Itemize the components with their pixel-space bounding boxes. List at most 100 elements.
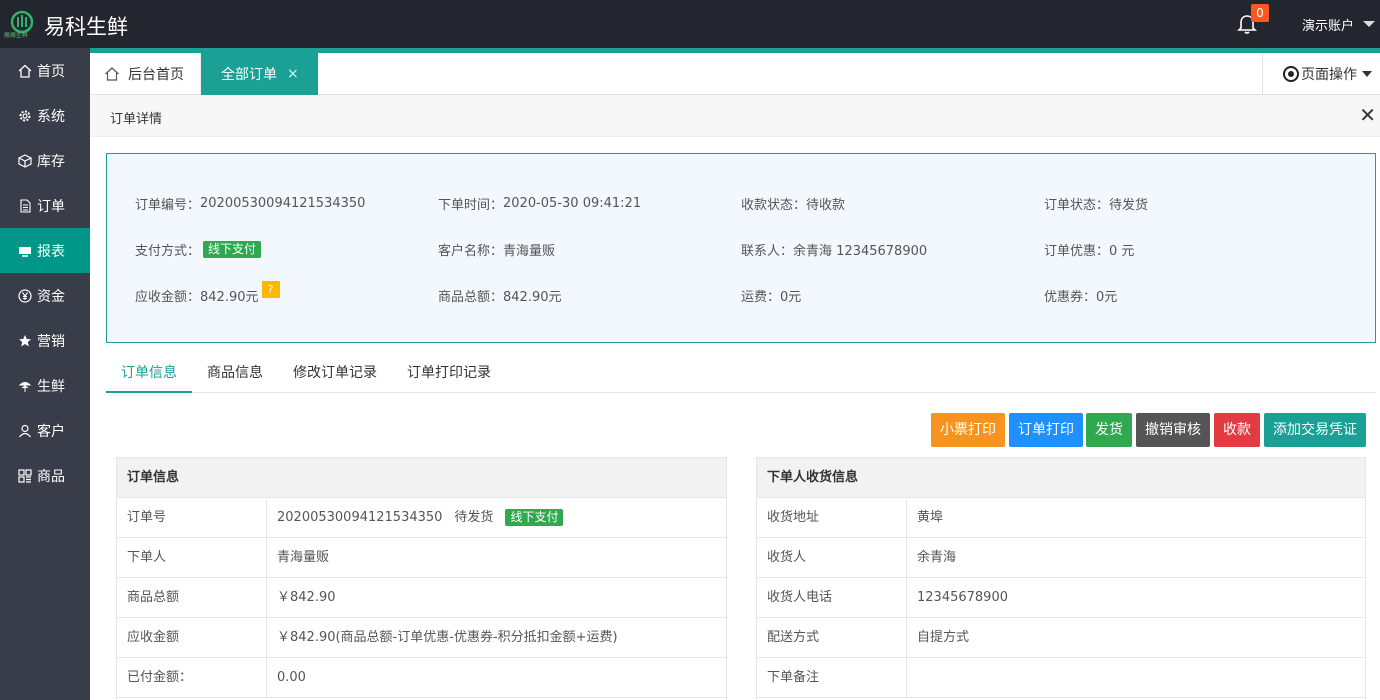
summary-order-no: 订单编号： 20200530094121534350 <box>135 194 365 213</box>
tab-all-orders[interactable]: 全部订单 × <box>201 53 318 95</box>
radio-dot-icon <box>1283 66 1299 82</box>
sidebar-item-customers[interactable]: 客户 <box>0 408 90 453</box>
row-label: 收货人电话 <box>757 578 907 617</box>
contact-label: 联系人： <box>741 244 794 259</box>
app-title: 易科生鲜 <box>44 15 128 39</box>
sidebar-item-label: 商品 <box>37 468 65 485</box>
grid-icon <box>18 468 32 483</box>
table-row: 配送方式 自提方式 <box>757 618 1365 658</box>
order-status-value: 待发货 <box>1109 198 1149 213</box>
logo-subtitle: 搬搬生鲜 <box>4 31 28 39</box>
row-label: 商品总额 <box>117 578 267 617</box>
tab-print-records[interactable]: 订单打印记录 <box>407 353 491 393</box>
summary-pay-status: 收款状态： 待收款 <box>741 194 845 213</box>
discount-label: 订单优惠： <box>1044 244 1110 259</box>
document-icon <box>20 198 31 213</box>
row-label: 下单备注 <box>757 658 907 697</box>
tab-all-orders-label: 全部订单 <box>221 67 277 83</box>
sidebar-item-label: 首页 <box>37 63 65 80</box>
ship-button[interactable]: 发货 <box>1086 413 1132 447</box>
order-info-table: 订单信息 订单号 20200530094121534350 待发货 线下支付 下… <box>116 457 727 700</box>
summary-contact: 联系人： 余青海 12345678900 <box>741 240 927 259</box>
sidebar-item-label: 库存 <box>37 153 65 170</box>
order-status-value: 待发货 <box>454 509 494 525</box>
help-icon[interactable]: ? <box>261 281 280 298</box>
receivable-label: 应收金额： <box>135 290 201 305</box>
row-value <box>907 658 1365 697</box>
coupon-value: 0元 <box>1096 290 1118 305</box>
sidebar-item-label: 订单 <box>37 198 65 215</box>
sidebar-item-orders[interactable]: 订单 <box>0 183 90 228</box>
row-value: 黄埠 <box>917 509 944 525</box>
receipt-print-button[interactable]: 小票打印 <box>931 413 1005 447</box>
user-menu[interactable]: 演示账户 <box>1302 15 1354 34</box>
row-label: 收货人 <box>757 538 907 577</box>
tab-home[interactable]: 后台首页 <box>90 53 201 95</box>
close-icon[interactable]: ✕ <box>1359 105 1376 125</box>
shipping-label: 运费： <box>741 290 781 305</box>
pay-status-value: 待收款 <box>806 198 846 213</box>
page-title: 订单详情 <box>110 112 163 127</box>
order-print-button[interactable]: 订单打印 <box>1009 413 1083 447</box>
goods-total-label: 商品总额： <box>438 290 504 305</box>
order-time-value: 2020-05-30 09:41:21 <box>503 196 642 211</box>
home-icon <box>105 67 119 81</box>
row-label: 应收金额 <box>117 618 267 657</box>
row-value: 自提方式 <box>917 629 970 645</box>
yen-icon <box>18 288 32 303</box>
table-row: 收货地址 黄埠 <box>757 498 1365 538</box>
add-voucher-button[interactable]: 添加交易凭证 <box>1264 413 1366 447</box>
sidebar-item-marketing[interactable]: 营销 <box>0 318 90 363</box>
summary-pay-method: 支付方式： 线下支付 <box>135 240 262 259</box>
row-value-order-no: 20200530094121534350 待发货 线下支付 <box>267 498 726 537</box>
row-label: 订单号 <box>117 498 267 537</box>
sidebar-item-home[interactable]: 首页 <box>0 48 90 93</box>
pay-method-tag: 线下支付 <box>203 241 262 258</box>
pay-method-tag: 线下支付 <box>505 509 564 526</box>
order-no-value: 20200530094121534350 <box>200 196 366 211</box>
table-row: 收货人电话 12345678900 <box>757 578 1365 618</box>
top-bar: 搬搬生鲜 易科生鲜 0 演示账户 <box>0 0 1380 48</box>
summary-order-status: 订单状态： 待发货 <box>1044 194 1148 213</box>
sidebar-item-label: 报表 <box>37 243 65 260</box>
leaf-icon <box>18 381 32 392</box>
close-icon[interactable]: × <box>287 66 299 82</box>
summary-goods-total: 商品总额： 842.90元 <box>438 286 562 305</box>
row-label: 配送方式 <box>757 618 907 657</box>
sub-header: 订单详情 ✕ <box>90 95 1380 137</box>
summary-order-time: 下单时间： 2020-05-30 09:41:21 <box>438 194 641 213</box>
order-info-table-title: 订单信息 <box>117 458 726 498</box>
order-status-label: 订单状态： <box>1044 198 1110 213</box>
star-icon <box>19 334 31 346</box>
revoke-review-button[interactable]: 撤销审核 <box>1136 413 1210 447</box>
page-operations-label: 页面操作 <box>1301 67 1357 83</box>
home-icon <box>18 64 32 78</box>
collect-payment-button[interactable]: 收款 <box>1214 413 1260 447</box>
tab-home-label: 后台首页 <box>128 67 184 83</box>
shipping-value: 0元 <box>780 290 802 305</box>
sidebar-item-system[interactable]: 系统 <box>0 93 90 138</box>
tab-goods-info[interactable]: 商品信息 <box>207 353 263 393</box>
tab-order-info[interactable]: 订单信息 <box>106 353 192 393</box>
goods-total-value: 842.90元 <box>503 290 562 305</box>
sidebar-item-reports[interactable]: 报表 <box>0 228 90 273</box>
sidebar-item-inventory[interactable]: 库存 <box>0 138 90 183</box>
tab-edit-records[interactable]: 修改订单记录 <box>293 353 377 393</box>
row-value: ￥842.90 <box>277 589 336 605</box>
sidebar-item-fresh[interactable]: 生鲜 <box>0 363 90 408</box>
receivable-value: 842.90元 <box>200 290 259 305</box>
sidebar-item-label: 客户 <box>37 423 65 440</box>
receiver-info-table-title: 下单人收货信息 <box>757 458 1365 498</box>
table-row: 商品总额 ￥842.90 <box>117 578 726 618</box>
summary-customer: 客户名称： 青海量贩 <box>438 240 555 259</box>
page-operations-button[interactable]: 页面操作 <box>1262 53 1380 95</box>
summary-coupon: 优惠券： 0元 <box>1044 286 1117 305</box>
row-label: 已付金额： <box>117 658 267 697</box>
sidebar-item-funds[interactable]: 资金 <box>0 273 90 318</box>
cube-icon <box>18 153 32 168</box>
sidebar-item-products[interactable]: 商品 <box>0 453 90 498</box>
table-row: 应收金额 ￥842.90(商品总额-订单优惠-优惠券-积分抵扣金额+运费) <box>117 618 726 658</box>
row-value: 余青海 <box>917 549 957 565</box>
chevron-down-icon[interactable] <box>1363 21 1375 27</box>
order-summary-panel: 订单编号： 20200530094121534350 下单时间： 2020-05… <box>106 153 1376 343</box>
